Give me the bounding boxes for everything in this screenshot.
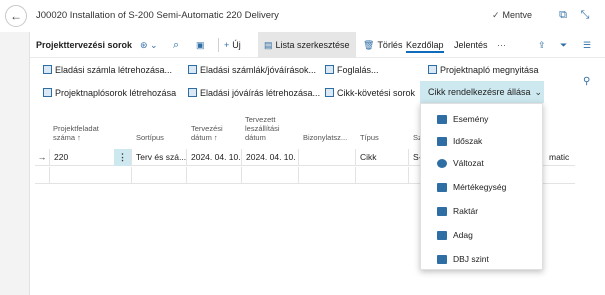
edit-list-label: Lista szerkesztése	[275, 40, 350, 50]
reserve-action[interactable]: Foglalás...	[325, 59, 379, 81]
page-title: J00020 Installation of S-200 Semi-Automa…	[36, 10, 279, 21]
item-availability-menu: Esemény Időszak Változat Mértékegység Ra…	[420, 103, 543, 270]
open-project-journal-label: Projektnapló megnyitása	[440, 65, 539, 75]
menu-item-unit-of-measure[interactable]: Mértékegység	[421, 176, 542, 198]
menu-item-location[interactable]: Raktár	[421, 200, 542, 222]
new-label: Új	[232, 40, 241, 50]
item-tracking-lines-label: Cikk-követési sorok	[337, 88, 416, 98]
list-view-icon[interactable]: ☰	[583, 32, 591, 58]
delete-button[interactable]: 🗑 Törlés	[363, 32, 402, 58]
back-button[interactable]: ←	[5, 5, 27, 27]
menu-item-bom-level[interactable]: DBJ szint	[421, 248, 542, 270]
create-sales-invoice-label: Eladási számla létrehozása...	[55, 65, 173, 75]
unit-of-measure-icon	[437, 183, 447, 192]
filter-icon[interactable]: ⏷	[560, 32, 567, 58]
edit-list-icon: ▤	[264, 40, 273, 50]
reserve-icon	[325, 65, 334, 74]
cell-planning-date[interactable]: 2024. 04. 10.	[186, 149, 241, 166]
saved-status: ✓ Mentve	[492, 10, 532, 21]
item-tracking-lines-action[interactable]: Cikk-követési sorok	[325, 82, 415, 104]
cell-empty[interactable]	[298, 167, 355, 184]
lot-icon	[437, 231, 447, 240]
reserve-label: Foglalás...	[337, 65, 379, 75]
cell-empty[interactable]	[131, 167, 186, 184]
event-icon	[437, 115, 447, 124]
cell-document-no[interactable]	[298, 149, 355, 166]
open-project-journal-action[interactable]: Projektnapló megnyitása	[428, 59, 539, 81]
menu-item-variant[interactable]: Változat	[421, 152, 542, 174]
collapse-icon[interactable]: ⤡	[578, 8, 592, 22]
journal-icon	[428, 65, 437, 74]
saved-label: Mentve	[502, 10, 533, 20]
warehouse-icon	[437, 207, 447, 216]
bom-level-icon	[437, 255, 447, 264]
item-availability-dropdown[interactable]: Cikk rendelkezésre állása ⌄	[420, 81, 544, 103]
tab-home[interactable]: Kezdőlap	[406, 32, 444, 58]
pin-icon[interactable]: ⚲	[583, 76, 590, 87]
edit-list-button[interactable]: ▤ Lista szerkesztése	[258, 32, 356, 58]
open-new-window-icon[interactable]: ⧉	[556, 8, 570, 22]
variant-icon	[437, 159, 447, 168]
active-underline	[406, 51, 444, 53]
plus-icon: +	[224, 40, 230, 50]
title-bar: ← J00020 Installation of S-200 Semi-Auto…	[0, 0, 605, 32]
cell-type[interactable]: Cikk	[355, 149, 408, 166]
separator	[218, 38, 219, 52]
new-button[interactable]: + Új	[224, 32, 241, 58]
column-header-planned-delivery[interactable]: Tervezett leszállítási dátum	[245, 115, 280, 151]
item-availability-label: Cikk rendelkezésre állása	[428, 87, 531, 97]
cell-empty[interactable]	[49, 167, 114, 184]
cell-empty[interactable]	[241, 167, 298, 184]
more-options-button[interactable]: ···	[497, 32, 506, 58]
check-icon: ✓	[492, 10, 500, 20]
journal-lines-icon	[43, 88, 52, 97]
reports-label: Jelentés	[454, 40, 488, 50]
tab-reports[interactable]: Jelentés	[454, 32, 488, 58]
cell-empty[interactable]	[355, 167, 408, 184]
row-actions-button[interactable]: ⋮	[114, 149, 131, 166]
sales-invoices-credit-label: Eladási számlák/jóváírások...	[200, 65, 317, 75]
delete-label: Törlés	[377, 40, 403, 50]
cell-empty[interactable]	[186, 167, 241, 184]
row-indicator-arrow-icon: →	[37, 152, 47, 162]
cell-description[interactable]: matic	[545, 149, 575, 166]
cell-planned-delivery[interactable]: 2024. 04. 10.	[241, 149, 298, 166]
create-journal-lines-action[interactable]: Projektnaplósorok létrehozása	[43, 82, 176, 104]
menu-item-period[interactable]: Időszak	[421, 130, 542, 152]
focus-mode-icon[interactable]: ▣	[196, 32, 205, 58]
cell-task-no[interactable]: 220	[49, 149, 114, 166]
home-label: Kezdőlap	[406, 40, 444, 50]
create-sales-invoice-action[interactable]: Eladási számla létrehozása...	[43, 59, 172, 81]
view-options-icon[interactable]: ⊛ ⌄	[140, 32, 158, 58]
menu-item-event[interactable]: Esemény	[421, 108, 542, 130]
credit-memo-icon	[188, 88, 197, 97]
create-sales-credit-label: Eladási jóváírás létrehozása...	[200, 88, 321, 98]
action-bar: Projekttervezési sorok ⊛ ⌄ ⌕ ▣ + Új ▤ List…	[30, 32, 605, 58]
create-journal-lines-label: Projektnaplósorok létrehozása	[55, 88, 177, 98]
chevron-down-icon: ⌄	[534, 87, 543, 97]
calendar-icon	[437, 137, 447, 146]
arrow-left-icon: ←	[10, 9, 22, 23]
create-sales-credit-action[interactable]: Eladási jóváírás létrehozása...	[188, 82, 320, 104]
documents-icon	[188, 65, 197, 74]
cell-line-type[interactable]: Terv és szá...	[131, 149, 186, 166]
menu-item-lot[interactable]: Adag	[421, 224, 542, 246]
invoice-icon	[43, 65, 52, 74]
sales-invoices-credit-action[interactable]: Eladási számlák/jóváírások...	[188, 59, 316, 81]
share-icon[interactable]: ⇪	[538, 32, 546, 58]
section-title: Projekttervezési sorok	[36, 40, 133, 50]
search-icon[interactable]: ⌕	[173, 32, 179, 58]
item-tracking-icon	[325, 88, 334, 97]
delete-icon: 🗑	[363, 40, 375, 50]
